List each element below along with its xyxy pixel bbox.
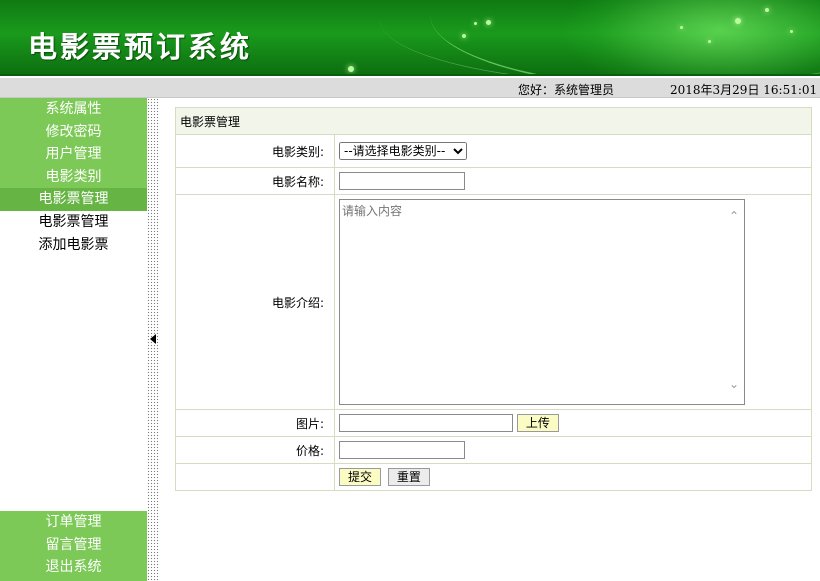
movie-name-label: 电影名称: <box>175 167 335 195</box>
header-banner: 电影票预订系统 <box>0 0 820 76</box>
sidebar: 系统属性 修改密码 用户管理 电影类别 电影票管理 电影票管理 添加电影票 订单… <box>0 98 147 581</box>
submenu-item-ticket-management[interactable]: 电影票管理 <box>0 211 147 234</box>
sidebar-item-user-management[interactable]: 用户管理 <box>0 143 147 166</box>
scroll-up-icon[interactable]: ⌃ <box>729 209 739 223</box>
scroll-down-icon[interactable]: ⌄ <box>729 377 739 391</box>
banner-sparkle <box>735 18 741 24</box>
image-label: 图片: <box>175 409 335 437</box>
upload-button[interactable]: 上传 <box>516 414 559 433</box>
sidebar-item-system-properties[interactable]: 系统属性 <box>0 98 147 121</box>
banner-sparkle <box>486 20 491 25</box>
sidebar-submenu: 电影票管理 添加电影票 <box>0 211 147 256</box>
banner-sparkle <box>790 30 793 33</box>
banner-sparkle <box>348 66 354 72</box>
movie-intro-label: 电影介绍: <box>175 194 335 410</box>
sidebar-item-logout[interactable]: 退出系统 <box>0 556 147 579</box>
category-select[interactable]: --请选择电影类别-- <box>339 142 467 160</box>
user-greeting: 您好：系统管理员 <box>518 83 615 97</box>
banner-sparkle <box>708 40 711 43</box>
image-path-input[interactable] <box>339 413 513 432</box>
submenu-item-add-ticket[interactable]: 添加电影票 <box>0 234 147 257</box>
sidebar-item-movie-category[interactable]: 电影类别 <box>0 166 147 189</box>
banner-sparkle <box>680 26 683 29</box>
collapse-sidebar-icon[interactable] <box>149 333 157 345</box>
banner-arc <box>380 0 820 74</box>
sidebar-bottom-menu: 订单管理 留言管理 退出系统 <box>0 511 147 581</box>
movie-name-input[interactable] <box>339 172 465 190</box>
form-table: 电影票管理 电影类别: --请选择电影类别-- 电影名称: 电影介绍: ⌃ ⌄ <box>175 107 812 491</box>
current-datetime: 2018年3月29日 16:51:01 <box>670 83 818 97</box>
reset-button[interactable]: 重置 <box>387 468 430 486</box>
sidebar-top-menu: 系统属性 修改密码 用户管理 电影类别 电影票管理 <box>0 98 147 211</box>
sidebar-item-change-password[interactable]: 修改密码 <box>0 121 147 144</box>
actions-label-cell <box>175 463 335 491</box>
info-bar: 您好：系统管理员 2018年3月29日 16:51:01 <box>0 78 820 98</box>
movie-intro-textarea[interactable] <box>339 199 745 405</box>
form-caption: 电影票管理 <box>175 107 812 135</box>
banner-sparkle <box>765 8 769 12</box>
submit-button[interactable]: 提交 <box>339 468 382 486</box>
price-label: 价格: <box>175 436 335 464</box>
sidebar-item-messages[interactable]: 留言管理 <box>0 534 147 557</box>
banner-sparkle <box>462 34 466 38</box>
sidebar-item-ticket-management[interactable]: 电影票管理 <box>0 188 147 211</box>
app-title: 电影票预订系统 <box>28 30 253 64</box>
banner-sparkle <box>474 22 477 25</box>
category-label: 电影类别: <box>175 134 335 168</box>
ticket-form: 电影票管理 电影类别: --请选择电影类别-- 电影名称: 电影介绍: ⌃ ⌄ <box>175 107 812 491</box>
sidebar-item-orders[interactable]: 订单管理 <box>0 511 147 534</box>
price-input[interactable] <box>339 441 465 459</box>
